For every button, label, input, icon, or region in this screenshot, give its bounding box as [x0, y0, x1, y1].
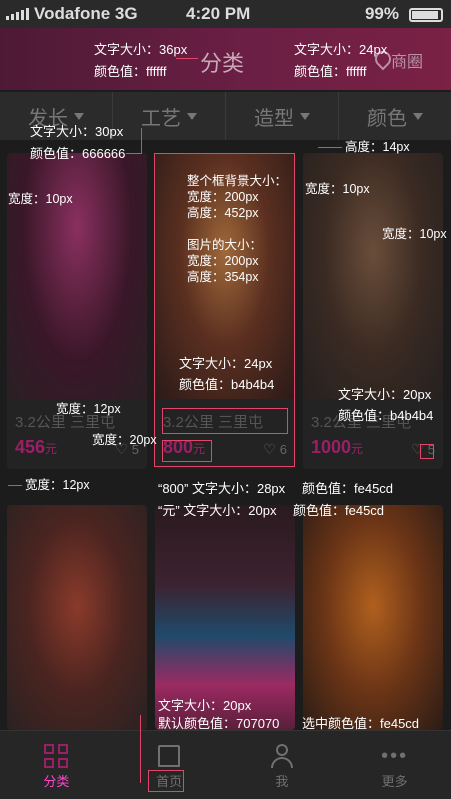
- hairstyle-image: [7, 505, 147, 730]
- annotation: 文字大小：24px: [294, 42, 388, 57]
- annotation: 高度：354px: [187, 270, 259, 284]
- battery-percent: 99%: [364, 4, 399, 23]
- tab-category[interactable]: 分类: [0, 731, 113, 799]
- filter-style[interactable]: 造型: [226, 92, 339, 140]
- hairstyle-card[interactable]: [7, 505, 147, 730]
- annotation: 颜色值：ffffff: [294, 64, 367, 79]
- tab-label: 分类: [43, 774, 70, 789]
- dropdown-arrow-icon: [300, 112, 310, 120]
- dropdown-arrow-icon: [187, 112, 197, 120]
- annotation: 高度：14px: [345, 140, 410, 154]
- annotation-line: [176, 58, 198, 59]
- hairstyle-image: [7, 153, 147, 399]
- annotation: 宽度：10px: [8, 192, 73, 206]
- annotation: 宽度：12px: [25, 478, 90, 492]
- filter-label: 工艺: [141, 107, 181, 130]
- more-icon: •••: [381, 744, 409, 767]
- hairstyle-card[interactable]: [303, 505, 443, 730]
- annotation: 默认颜色值：707070: [158, 716, 280, 731]
- annotation: 图片的大小：: [187, 238, 263, 252]
- annotation: 宽度：10px: [382, 227, 447, 241]
- hairstyle-card[interactable]: [155, 505, 295, 730]
- annotation: 宽度：10px: [305, 182, 370, 196]
- tab-me[interactable]: 我: [226, 731, 339, 799]
- carrier-label: Vodafone 3G: [34, 4, 138, 23]
- annotation-line: [8, 485, 22, 486]
- annotation: 颜色值：b4b4b4: [338, 408, 434, 423]
- annotation-line: [141, 128, 142, 154]
- annotation: 文字大小：20px: [158, 698, 252, 713]
- annotation: 宽度：200px: [187, 254, 259, 268]
- annotation: 选中颜色值：fe45cd: [302, 716, 420, 731]
- tab-more[interactable]: ••• 更多: [338, 731, 451, 799]
- annotation-box: [162, 440, 212, 462]
- annotation-box: [420, 444, 434, 459]
- person-icon: [270, 744, 293, 768]
- battery-icon: [409, 8, 443, 22]
- annotation: 高度：452px: [187, 206, 259, 220]
- header-bar: 分类 商圈: [0, 28, 451, 90]
- price: 456元: [15, 437, 58, 457]
- annotation-line: [140, 715, 141, 783]
- annotation: 宽度：20px: [92, 433, 157, 447]
- annotation: “800” 文字大小：28px: [158, 481, 286, 496]
- tab-label: 我: [275, 774, 289, 789]
- dropdown-arrow-icon: [413, 112, 423, 120]
- annotation-box: [148, 770, 184, 792]
- home-icon: [158, 745, 181, 767]
- annotation: 颜色值：fe45cd: [293, 503, 385, 518]
- annotation: 宽度：200px: [187, 190, 259, 204]
- annotation: 文字大小：30px: [30, 124, 124, 139]
- hairstyle-image: [303, 505, 443, 730]
- map-label: 商圈: [391, 54, 424, 71]
- annotation: 文字大小：36px: [94, 42, 188, 57]
- annotation: 文字大小：24px: [179, 356, 273, 371]
- clock: 4:20 PM: [186, 4, 251, 23]
- dropdown-arrow-icon: [74, 112, 84, 120]
- annotation-line: [126, 153, 141, 154]
- annotation: 颜色值：fe45cd: [302, 481, 394, 496]
- price: 1000元: [311, 437, 364, 457]
- annotation: 颜色值：b4b4b4: [179, 377, 275, 392]
- annotation: 颜色值：ffffff: [94, 64, 167, 79]
- tab-label: 更多: [381, 774, 408, 789]
- filter-color[interactable]: 颜色: [339, 92, 451, 140]
- page-title: 分类: [200, 51, 245, 76]
- annotation: 文字大小：20px: [338, 387, 432, 402]
- tab-bar: 分类 首页 我 ••• 更多: [0, 730, 451, 799]
- annotation: 整个框背景大小：: [187, 174, 288, 188]
- filter-craft[interactable]: 工艺: [113, 92, 226, 140]
- filter-label: 颜色: [367, 107, 407, 130]
- annotation: 颜色值：666666: [30, 146, 126, 161]
- filter-label: 造型: [254, 107, 294, 130]
- annotation: 宽度：12px: [56, 402, 121, 416]
- annotation: “元” 文字大小：20px: [158, 503, 277, 518]
- hairstyle-image: [155, 505, 295, 730]
- annotation-line: [318, 147, 342, 148]
- annotation-box: [162, 408, 288, 434]
- status-bar: Vodafone 3G 4:20 PM 99%: [0, 0, 451, 28]
- grid-icon: [44, 744, 69, 768]
- signal-icon: [6, 8, 29, 20]
